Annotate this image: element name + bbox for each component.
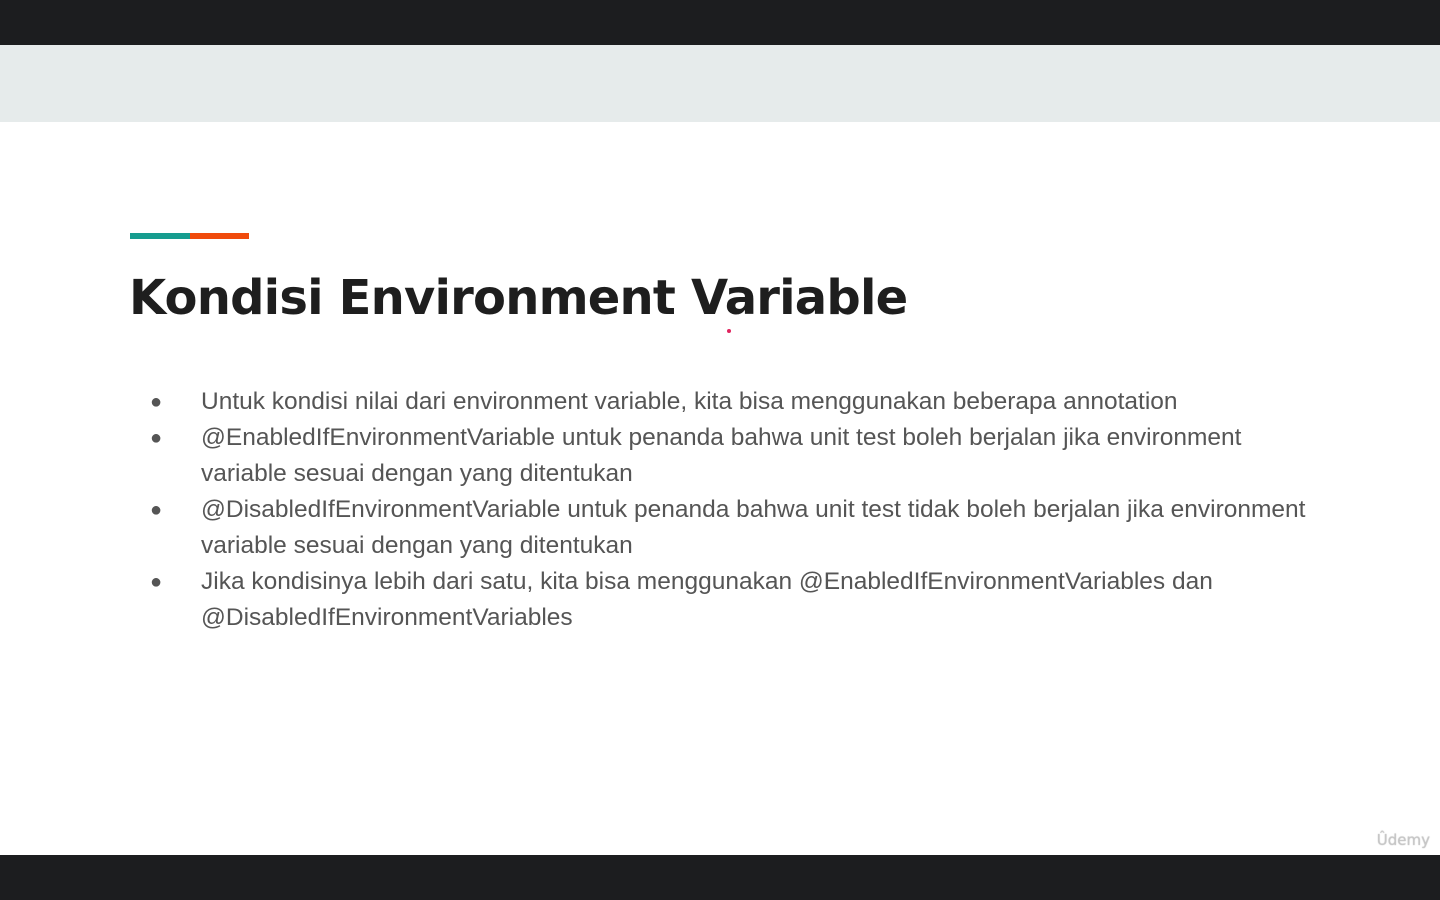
- bullet-icon: ●: [150, 571, 163, 593]
- slide-header-band: [0, 45, 1440, 122]
- list-item: ● Untuk kondisi nilai dari environment v…: [150, 384, 1320, 420]
- list-item: ● Jika kondisinya lebih dari satu, kita …: [150, 564, 1320, 636]
- accent-teal-segment: [130, 233, 190, 239]
- list-item: ● @EnabledIfEnvironmentVariable untuk pe…: [150, 420, 1320, 492]
- bullet-text: Jika kondisinya lebih dari satu, kita bi…: [201, 568, 1213, 631]
- bullet-icon: ●: [150, 427, 163, 449]
- player-top-bar: [0, 0, 1440, 45]
- udemy-watermark: Ûdemy: [1376, 831, 1430, 849]
- player-bottom-bar: [0, 855, 1440, 900]
- accent-orange-segment: [190, 233, 249, 239]
- bullet-list: ● Untuk kondisi nilai dari environment v…: [150, 384, 1320, 636]
- laser-pointer-dot: [727, 329, 731, 333]
- title-accent-line: [130, 233, 249, 239]
- slide-title: Kondisi Environment Variable: [129, 270, 908, 326]
- list-item: ● @DisabledIfEnvironmentVariable untuk p…: [150, 492, 1320, 564]
- bullet-text: Untuk kondisi nilai dari environment var…: [201, 388, 1178, 415]
- bullet-icon: ●: [150, 499, 163, 521]
- bullet-text: @EnabledIfEnvironmentVariable untuk pena…: [201, 424, 1242, 487]
- video-player-frame[interactable]: Kondisi Environment Variable ● Untuk kon…: [0, 0, 1440, 900]
- bullet-icon: ●: [150, 391, 163, 413]
- presentation-slide: Kondisi Environment Variable ● Untuk kon…: [0, 45, 1440, 855]
- bullet-text: @DisabledIfEnvironmentVariable untuk pen…: [201, 496, 1306, 559]
